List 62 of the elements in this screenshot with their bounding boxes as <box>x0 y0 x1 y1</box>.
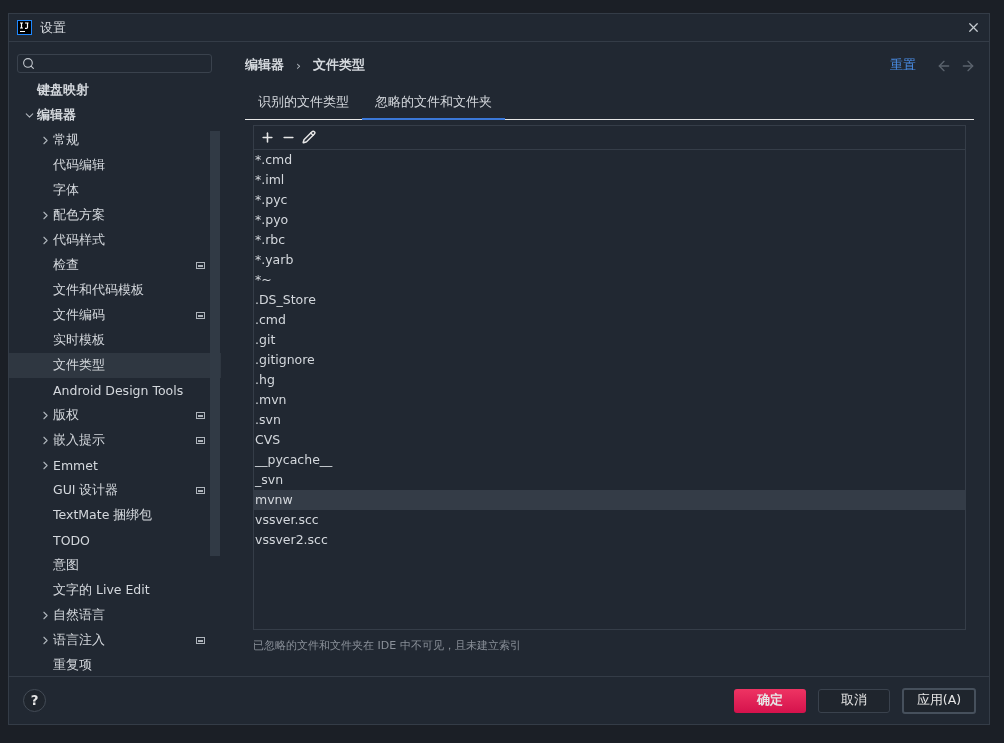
list-item[interactable]: __pycache__ <box>254 449 965 470</box>
sidebar-item[interactable]: 代码编辑 <box>9 153 221 178</box>
pencil-icon[interactable] <box>302 130 316 144</box>
list-item[interactable]: CVS <box>254 429 965 450</box>
sidebar-item[interactable]: 配色方案 <box>9 203 221 228</box>
cancel-button[interactable]: 取消 <box>818 688 890 713</box>
tab[interactable]: 忽略的文件和文件夹 <box>362 89 505 120</box>
list-item[interactable]: .git <box>254 329 965 350</box>
sidebar-item[interactable]: 常规 <box>9 128 221 153</box>
search-field[interactable] <box>17 54 212 73</box>
list-item[interactable]: *.pyo <box>254 209 965 230</box>
breadcrumb-separator: › <box>296 58 301 73</box>
tab[interactable]: 识别的文件类型 <box>245 89 362 120</box>
window-title: 设置 <box>40 18 67 37</box>
sidebar-item[interactable]: 实时模板 <box>9 328 221 353</box>
sidebar-item[interactable]: 自然语言 <box>9 603 221 628</box>
sidebar-item[interactable]: 代码样式 <box>9 228 221 253</box>
list-item[interactable]: .svn <box>254 409 965 430</box>
list-item[interactable]: .gitignore <box>254 349 965 370</box>
list-item[interactable]: *.cmd <box>254 149 965 170</box>
sidebar-item[interactable]: 重复项 <box>9 653 221 678</box>
apply-button[interactable]: 应用(A) <box>902 687 976 714</box>
list-item[interactable]: *.rbc <box>254 229 965 250</box>
ok-button[interactable]: 确定 <box>734 688 806 713</box>
list-item[interactable]: .DS_Store <box>254 289 965 310</box>
list-item[interactable]: *.yarb <box>254 249 965 270</box>
list-item[interactable]: *.pyc <box>254 189 965 210</box>
app-logo-icon <box>17 20 32 35</box>
sidebar-item[interactable]: TODO <box>9 528 221 553</box>
list-item[interactable]: .cmd <box>254 309 965 330</box>
list-item[interactable]: *~ <box>254 269 965 290</box>
sidebar-item[interactable]: 语言注入 <box>9 628 221 653</box>
list-item[interactable]: _svn <box>254 469 965 490</box>
sidebar-item[interactable]: 文件和代码模板 <box>9 278 221 303</box>
sidebar-item[interactable]: TextMate 捆绑包 <box>9 503 221 528</box>
sidebar-item[interactable]: Emmet <box>9 453 221 478</box>
sidebar-item[interactable]: 文件编码 <box>9 303 221 328</box>
breadcrumb-item: 编辑器 <box>245 57 284 74</box>
sidebar-item[interactable]: 编辑器 <box>9 103 221 128</box>
sidebar-item[interactable]: GUI 设计器 <box>9 478 221 503</box>
sidebar-item[interactable]: 检查 <box>9 253 221 278</box>
sidebar-item[interactable]: 文字的 Live Edit <box>9 578 221 603</box>
sidebar-item[interactable]: 文件类型 <box>9 353 221 378</box>
list-item[interactable]: .hg <box>254 369 965 390</box>
help-button[interactable]: ? <box>23 689 46 712</box>
sidebar-item[interactable]: 意图 <box>9 553 221 578</box>
sidebar-item[interactable]: Android Design Tools <box>9 378 221 403</box>
reset-link[interactable]: 重置 <box>890 57 916 74</box>
close-icon[interactable] <box>966 20 981 35</box>
add-icon[interactable] <box>260 129 275 145</box>
breadcrumb-item: 文件类型 <box>313 57 365 74</box>
sidebar-item[interactable]: 键盘映射 <box>9 78 221 103</box>
list-item[interactable]: *.iml <box>254 169 965 190</box>
list-item[interactable]: .mvn <box>254 389 965 410</box>
sidebar-item[interactable]: 版权 <box>9 403 221 428</box>
list-item[interactable]: vssver.scc <box>254 509 965 530</box>
sidebar-item[interactable]: 字体 <box>9 178 221 203</box>
caption-text: 已忽略的文件和文件夹在 IDE 中不可见，且未建立索引 <box>253 637 522 653</box>
sidebar-item[interactable]: 嵌入提示 <box>9 428 221 453</box>
search-icon <box>22 57 35 70</box>
list-item[interactable]: mvnw <box>254 489 965 510</box>
list-item[interactable]: vssver2.scc <box>254 529 965 550</box>
